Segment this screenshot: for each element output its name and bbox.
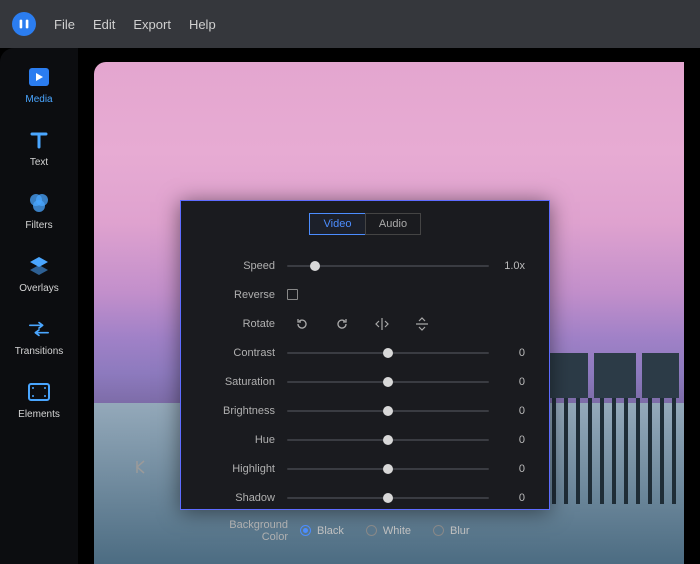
highlight-slider[interactable] [287,468,489,470]
highlight-value: 0 [489,463,525,475]
flip-horizontal-icon[interactable] [367,315,397,333]
text-icon [28,129,50,151]
panel-tabs: Video Audio [181,201,549,235]
sidebar-item-label: Overlays [19,283,58,294]
previous-button[interactable] [132,458,150,476]
shadow-label: Shadow [205,492,287,504]
shadow-value: 0 [489,492,525,504]
contrast-slider[interactable] [287,352,489,354]
sidebar-item-elements[interactable]: Elements [9,381,69,420]
bg-color-black-radio[interactable]: Black [300,525,344,537]
shadow-slider[interactable] [287,497,489,499]
saturation-label: Saturation [205,376,287,388]
speed-value: 1.0x [489,260,525,272]
menubar: File Edit Export Help [0,0,700,48]
media-icon [28,66,50,88]
app-logo [12,12,36,36]
rotate-label: Rotate [205,318,287,330]
brightness-value: 0 [489,405,525,417]
sidebar-item-filters[interactable]: Filters [9,192,69,231]
brightness-slider[interactable] [287,410,489,412]
sidebar-item-label: Filters [25,220,52,231]
sidebar-item-transitions[interactable]: Transitions [9,318,69,357]
sidebar-item-overlays[interactable]: Overlays [9,255,69,294]
overlays-icon [28,255,50,277]
speed-slider[interactable] [287,265,489,267]
sidebar: Media Text Filters Overlays Transitions [0,48,78,564]
menu-edit[interactable]: Edit [93,17,115,32]
saturation-slider[interactable] [287,381,489,383]
sidebar-item-text[interactable]: Text [9,129,69,168]
speed-label: Speed [205,260,287,272]
sidebar-item-label: Media [25,94,52,105]
sidebar-item-media[interactable]: Media [9,66,69,105]
hue-value: 0 [489,434,525,446]
hue-label: Hue [205,434,287,446]
sidebar-item-label: Transitions [15,346,64,357]
reverse-label: Reverse [205,289,287,301]
video-settings-panel: Video Audio Speed 1.0x Reverse Rotate [180,200,550,510]
contrast-label: Contrast [205,347,287,359]
contrast-value: 0 [489,347,525,359]
menu-export[interactable]: Export [133,17,171,32]
transitions-icon [28,318,50,340]
flip-vertical-icon[interactable] [407,315,437,333]
elements-icon [28,381,50,403]
bg-color-blur-radio[interactable]: Blur [433,525,470,537]
saturation-value: 0 [489,376,525,388]
tab-audio[interactable]: Audio [365,213,421,235]
menu-help[interactable]: Help [189,17,216,32]
sidebar-item-label: Text [30,157,48,168]
brightness-label: Brightness [205,405,287,417]
tab-video[interactable]: Video [309,213,365,235]
rotate-ccw-icon[interactable] [287,315,317,333]
bg-color-label: Background Color [205,519,300,543]
reverse-checkbox[interactable] [287,289,298,300]
sidebar-item-label: Elements [18,409,60,420]
rotate-cw-icon[interactable] [327,315,357,333]
menu-file[interactable]: File [54,17,75,32]
filters-icon [28,192,50,214]
bg-color-white-radio[interactable]: White [366,525,411,537]
hue-slider[interactable] [287,439,489,441]
highlight-label: Highlight [205,463,287,475]
